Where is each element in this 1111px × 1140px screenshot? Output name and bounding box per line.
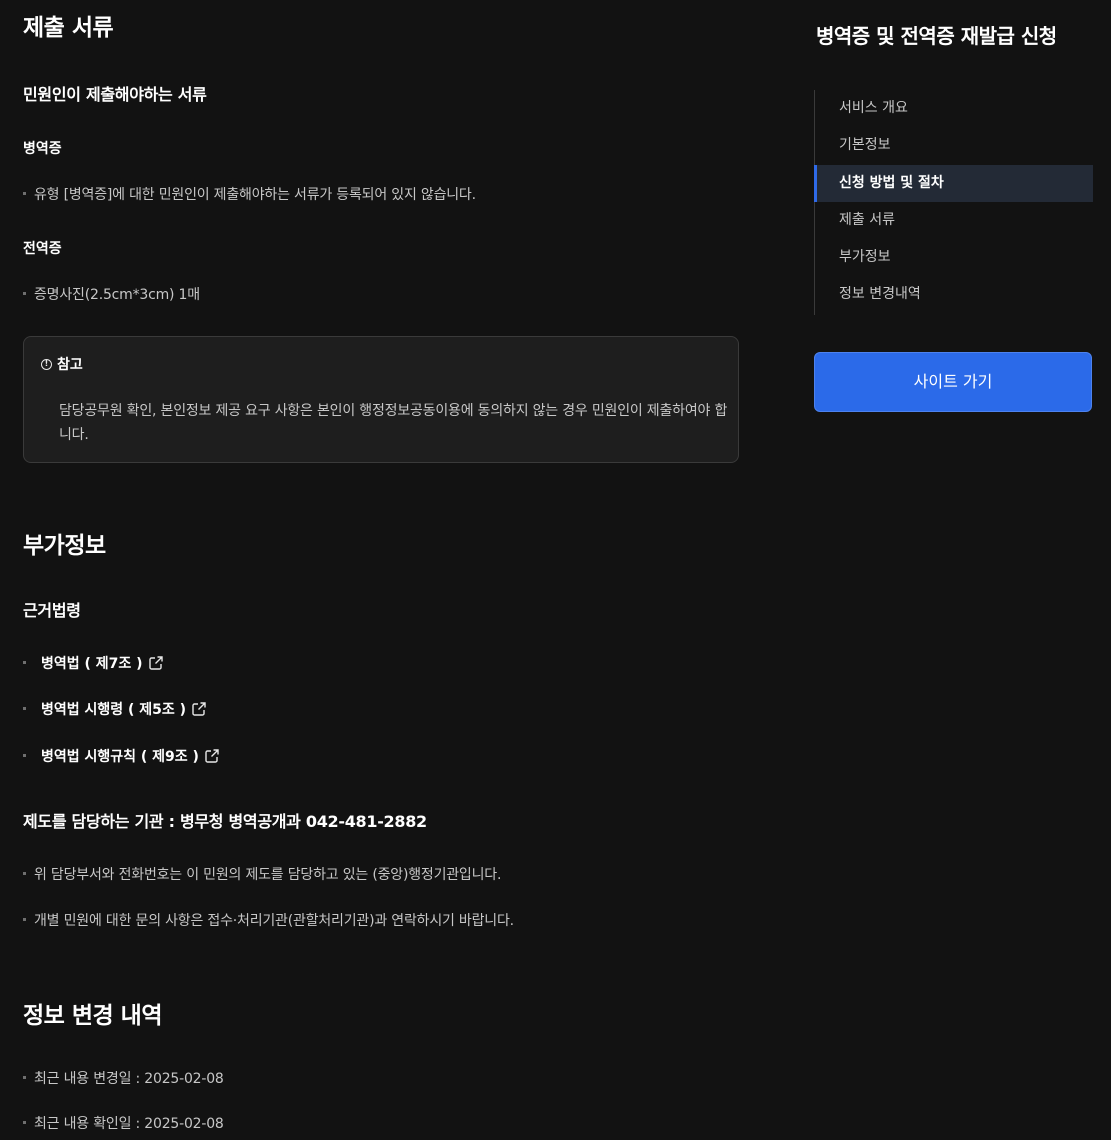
- note-body: 담당공무원 확인, 본인정보 제공 요구 사항은 본인이 행정정보공동이용에 동…: [59, 403, 728, 443]
- doc-group-item: 증명사진(2.5cm*3cm) 1매: [23, 284, 200, 304]
- info-icon: !: [41, 358, 52, 370]
- submit-docs-subheading: 민원인이 제출해야하는 서류: [23, 85, 207, 104]
- external-link-icon: [192, 702, 206, 716]
- law-link-label: 병역법 시행규칙 ( 제9조 ): [41, 749, 199, 765]
- sidebar-title: 병역증 및 전역증 재발급 신청: [816, 24, 1057, 48]
- law-link[interactable]: 병역법 시행규칙 ( 제9조 ): [23, 746, 220, 766]
- law-link[interactable]: 병역법 ( 제7조 ): [23, 653, 164, 673]
- section-title-change-history: 정보 변경 내역: [23, 1003, 162, 1029]
- agency-contact: 제도를 담당하는 기관 : 병무청 병역공개과 042-481-2882: [23, 812, 427, 831]
- toc-item-change-history[interactable]: 정보 변경내역: [816, 276, 1093, 313]
- change-history-item: 최근 내용 확인일 : 2025-02-08: [23, 1113, 224, 1133]
- toc-item-extra-info[interactable]: 부가정보: [816, 239, 1093, 276]
- external-link-icon: [148, 656, 163, 670]
- toc-item-submit-docs[interactable]: 제출 서류: [816, 202, 1093, 239]
- external-link-icon: [205, 749, 219, 763]
- law-link-label: 병역법 ( 제7조 ): [41, 656, 143, 672]
- laws-heading: 근거법령: [23, 601, 81, 620]
- note-title: ! 참고: [41, 354, 83, 374]
- agency-note: 위 담당부서와 전화번호는 이 민원의 제도를 담당하고 있는 (중앙)행정기관…: [23, 864, 501, 884]
- change-history-item: 최근 내용 변경일 : 2025-02-08: [23, 1068, 224, 1088]
- toc-item-apply-method[interactable]: 신청 방법 및 절차: [814, 165, 1093, 202]
- page: 제출 서류 민원인이 제출해야하는 서류 병역증 유형 [병역증]에 대한 민원…: [0, 0, 1111, 1140]
- doc-group-title: 병역증: [23, 141, 62, 157]
- doc-group-title: 전역증: [23, 241, 62, 257]
- section-title-extra-info: 부가정보: [23, 533, 106, 559]
- toc-item-service-overview[interactable]: 서비스 개요: [816, 90, 1093, 127]
- go-to-site-button[interactable]: 사이트 가기: [814, 352, 1092, 412]
- doc-group-item: 유형 [병역증]에 대한 민원인이 제출해야하는 서류가 등록되어 있지 않습니…: [23, 184, 476, 204]
- section-title-submit-docs: 제출 서류: [23, 15, 114, 41]
- toc-item-basic-info[interactable]: 기본정보: [816, 127, 1093, 164]
- law-link-label: 병역법 시행령 ( 제5조 ): [41, 702, 187, 718]
- law-link[interactable]: 병역법 시행령 ( 제5조 ): [23, 699, 207, 719]
- note-title-text: 참고: [57, 357, 83, 373]
- reference-note-box: ! 참고 담당공무원 확인, 본인정보 제공 요구 사항은 본인이 행정정보공동…: [23, 336, 739, 463]
- agency-note: 개별 민원에 대한 문의 사항은 접수·처리기관(관할처리기관)과 연락하시기 …: [23, 910, 514, 930]
- table-of-contents: 서비스 개요 기본정보 신청 방법 및 절차 제출 서류 부가정보 정보 변경내…: [814, 90, 1093, 315]
